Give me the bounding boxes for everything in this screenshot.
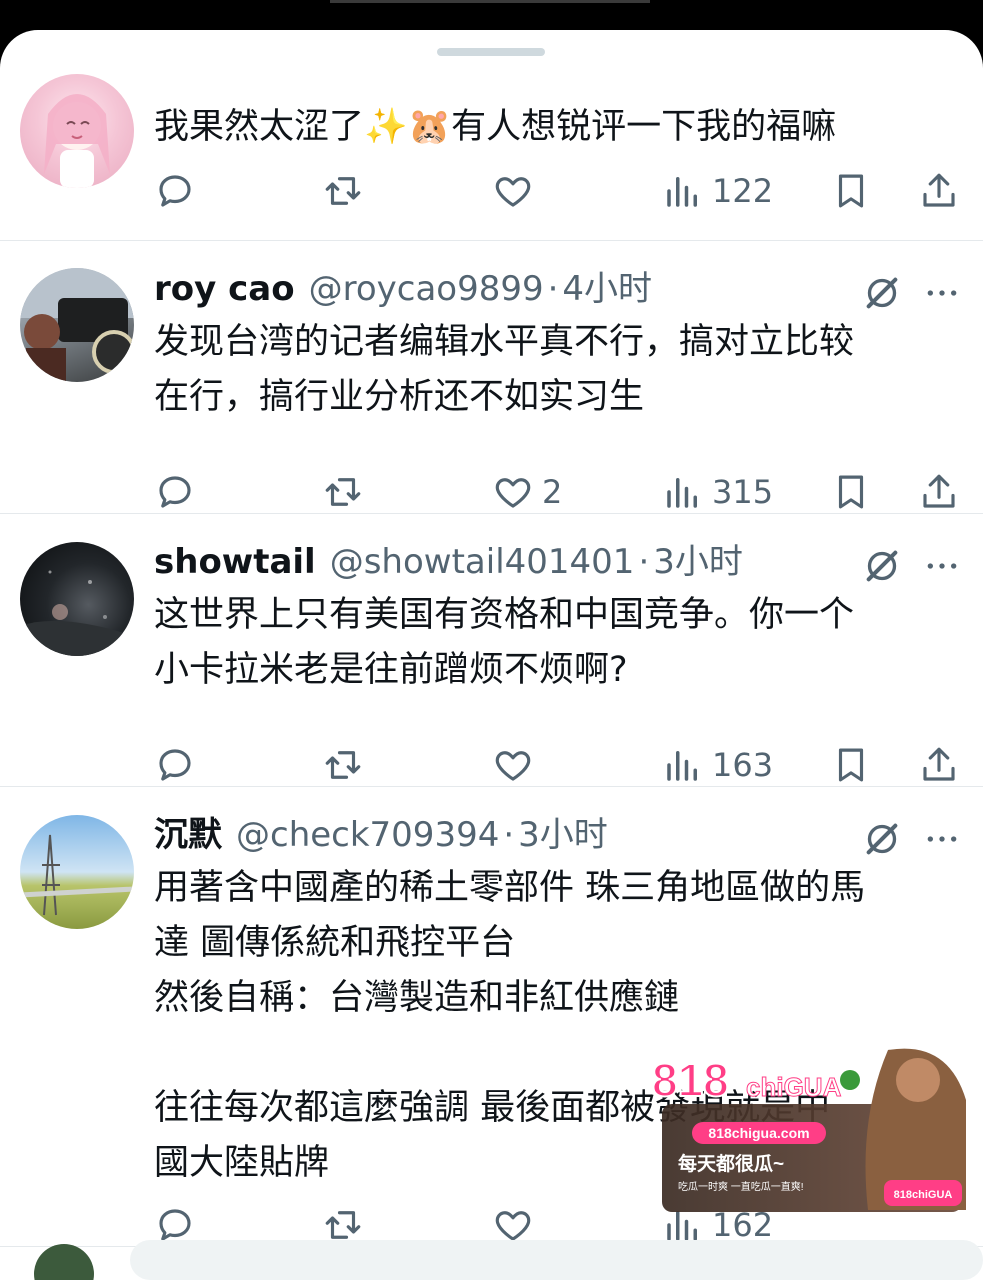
separator-dot: · xyxy=(503,815,515,855)
display-name[interactable]: showtail xyxy=(154,540,316,584)
views-icon xyxy=(667,177,697,207)
tweet-header: showtail @showtail401401 · 3小时 xyxy=(154,540,743,584)
landscape-avatar xyxy=(20,834,134,916)
views-button[interactable]: 122 xyxy=(662,166,773,216)
ad-logo-text: chiGUA xyxy=(746,1072,842,1102)
separator-dot: · xyxy=(638,542,650,582)
avatar[interactable] xyxy=(20,74,134,188)
views-icon xyxy=(667,751,697,781)
retweet-icon xyxy=(325,751,361,779)
reply-button[interactable] xyxy=(154,740,196,790)
bookmark-button[interactable] xyxy=(830,467,872,517)
reply-tweet[interactable]: showtail @showtail401401 · 3小时 这世界上只有美国有… xyxy=(0,514,983,787)
tweet-line: 用著含中國產的稀土零部件 珠三角地區做的馬 xyxy=(154,868,866,908)
like-count: 2 xyxy=(542,473,563,511)
retweet-button[interactable] xyxy=(322,166,364,216)
user-handle[interactable]: @check709394 xyxy=(236,813,499,857)
grok-icon[interactable] xyxy=(862,273,902,313)
avatar[interactable] xyxy=(20,815,134,929)
grok-icon[interactable] xyxy=(862,546,902,586)
more-icon[interactable] xyxy=(922,546,962,586)
views-count: 315 xyxy=(712,473,774,511)
bookmark-icon xyxy=(838,475,864,509)
anime-avatar-image xyxy=(44,94,110,188)
views-icon xyxy=(667,478,697,508)
avatar[interactable] xyxy=(20,542,134,656)
status-strip xyxy=(330,0,650,3)
tweet-line: 在行，搞行业分析还不如实习生 xyxy=(154,377,645,417)
ad-badge: 818chiGUA xyxy=(894,1189,953,1201)
user-handle[interactable]: @roycao9899 xyxy=(309,267,544,311)
display-name[interactable]: 沉默 xyxy=(154,813,222,857)
views-button[interactable]: 163 xyxy=(662,740,773,790)
like-button[interactable] xyxy=(492,740,534,790)
share-button[interactable] xyxy=(918,740,960,790)
views-count: 163 xyxy=(712,746,774,784)
share-icon xyxy=(923,474,955,508)
action-bar: 163 xyxy=(154,740,964,790)
ad-slogan: 每天都很瓜~ xyxy=(678,1152,784,1175)
retweet-icon xyxy=(325,177,361,205)
tweet-line: 達 圖傳係統和飛控平台 xyxy=(154,923,516,963)
tweet-line: 发现台湾的记者编辑水平真不行，搞对立比较 xyxy=(154,322,855,362)
reply-tweet[interactable]: roy cao @roycao9899 · 4小时 发现台湾的记者编辑水平真不行… xyxy=(0,241,983,514)
like-button[interactable] xyxy=(492,166,534,216)
tweet-line: 然後自稱：台灣製造和非紅供應鏈 xyxy=(154,978,680,1018)
timestamp[interactable]: 3小时 xyxy=(653,540,743,584)
reply-button[interactable] xyxy=(154,166,196,216)
more-icon[interactable] xyxy=(922,819,962,859)
watermark-ad[interactable]: 818 chiGUA 818chigua.com 每天都很瓜~ 吃瓜一时爽 一直… xyxy=(648,1040,970,1216)
avatar[interactable] xyxy=(34,1244,94,1280)
retweet-icon xyxy=(325,478,361,506)
bookmark-icon xyxy=(838,174,864,208)
views-button[interactable]: 315 xyxy=(662,467,773,517)
reply-tweet[interactable]: 我果然太涩了✨🐹有人想锐评一下我的福嘛 122 xyxy=(0,30,983,241)
ad-sub: 吃瓜一时爽 一直吃瓜一直爽! xyxy=(678,1180,804,1193)
share-icon xyxy=(923,173,955,207)
timestamp[interactable]: 4小时 xyxy=(562,267,652,311)
like-icon xyxy=(495,478,531,508)
like-icon xyxy=(495,177,531,207)
bookmark-button[interactable] xyxy=(830,166,872,216)
reply-icon xyxy=(159,749,191,781)
more-icon[interactable] xyxy=(922,273,962,313)
reply-icon xyxy=(159,476,191,508)
tweet-text: 这世界上只有美国有资格和中国竞争。你一个 小卡拉米老是往前蹭烦不烦啊? xyxy=(154,588,954,698)
tweet-header: roy cao @roycao9899 · 4小时 xyxy=(154,267,652,311)
separator-dot: · xyxy=(547,269,559,309)
retweet-button[interactable] xyxy=(322,467,364,517)
bookmark-button[interactable] xyxy=(830,740,872,790)
timestamp[interactable]: 3小时 xyxy=(518,813,608,857)
avatar[interactable] xyxy=(20,268,134,382)
action-bar: 2 315 xyxy=(154,467,964,517)
retweet-button[interactable] xyxy=(322,740,364,790)
tweet-line: 小卡拉米老是往前蹭烦不烦啊? xyxy=(154,650,628,690)
reply-input-bar[interactable] xyxy=(130,1240,983,1280)
tweet-line: 这世界上只有美国有资格和中国竞争。你一个 xyxy=(154,595,855,635)
like-icon xyxy=(495,751,531,781)
share-button[interactable] xyxy=(918,467,960,517)
tweet-header: 沉默 @check709394 · 3小时 xyxy=(154,813,608,857)
ad-logo: 818 xyxy=(652,1054,729,1106)
share-icon xyxy=(923,747,955,781)
tweet-text: 发现台湾的记者编辑水平真不行，搞对立比较 在行，搞行业分析还不如实习生 xyxy=(154,315,954,425)
dark-photo-avatar xyxy=(20,570,134,656)
car-photo-avatar xyxy=(20,268,134,382)
share-button[interactable] xyxy=(918,166,960,216)
bookmark-icon xyxy=(838,748,864,782)
tweet-line: 我果然太涩了✨🐹有人想锐评一下我的福嘛 xyxy=(154,107,837,147)
status-top-bar xyxy=(0,0,983,32)
display-name[interactable]: roy cao xyxy=(154,267,295,311)
reply-button[interactable] xyxy=(154,467,196,517)
user-handle[interactable]: @showtail401401 xyxy=(330,540,635,584)
tweet-text: 我果然太涩了✨🐹有人想锐评一下我的福嘛 xyxy=(154,100,954,155)
reply-icon xyxy=(159,175,191,207)
views-count: 122 xyxy=(712,172,774,210)
ad-url: 818chigua.com xyxy=(708,1125,809,1141)
grok-icon[interactable] xyxy=(862,819,902,859)
like-button[interactable]: 2 xyxy=(492,467,562,517)
action-bar: 122 xyxy=(154,166,964,216)
